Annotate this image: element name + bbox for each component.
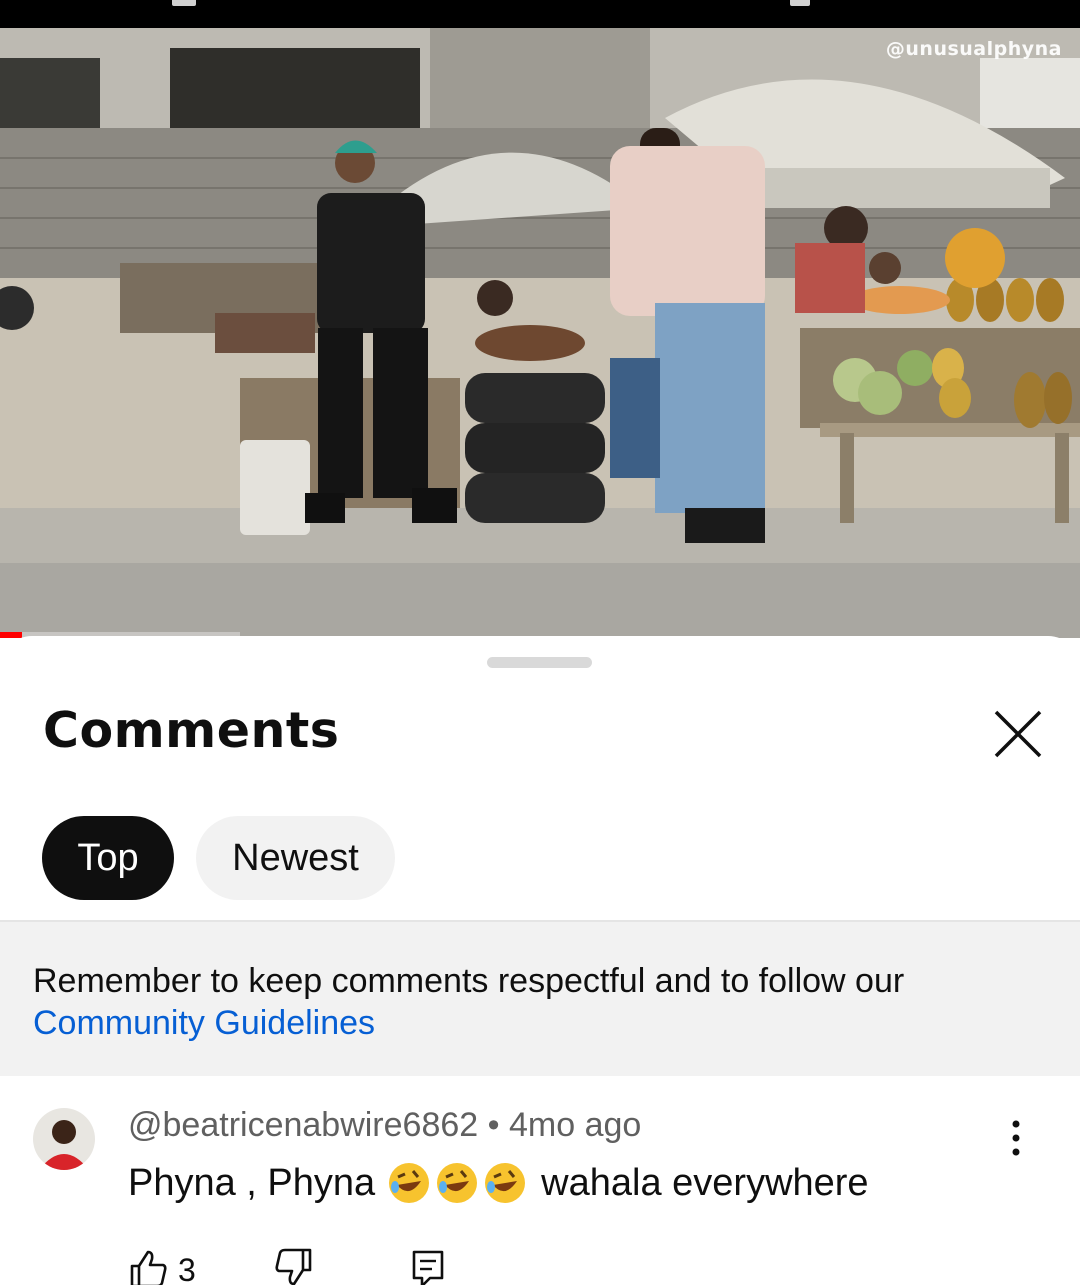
rolling-laughing-emoji-icon — [387, 1161, 431, 1205]
comment-author[interactable]: @beatricenabwire6862 — [128, 1106, 478, 1144]
thumbs-down-icon — [274, 1248, 314, 1285]
sort-chip-newest[interactable]: Newest — [196, 816, 395, 900]
rolling-laughing-emoji-icon — [483, 1161, 527, 1205]
comment-time: 4mo ago — [509, 1106, 642, 1144]
sort-chip-newest-label: Newest — [232, 836, 359, 879]
status-bar — [0, 0, 1080, 28]
sort-chip-top-label: Top — [77, 836, 139, 879]
video-player[interactable]: @unusualphyna — [0, 28, 1080, 638]
dislike-button[interactable] — [274, 1248, 314, 1285]
video-progress-fill — [0, 632, 22, 638]
battery-icon — [790, 0, 810, 6]
comment-actions: 3 — [128, 1248, 488, 1285]
reply-comment-icon — [410, 1248, 446, 1285]
more-options-icon[interactable] — [1000, 1118, 1032, 1162]
thumbs-up-icon — [128, 1248, 168, 1285]
sort-chip-top[interactable]: Top — [42, 816, 174, 900]
video-watermark: @unusualphyna — [885, 38, 1062, 60]
comment-text: Phyna , Phyna wahala everywhere — [128, 1161, 869, 1205]
community-guidelines-link[interactable]: Community Guidelines — [33, 1002, 1047, 1044]
comment-text-after: wahala everywhere — [541, 1161, 869, 1204]
like-count: 3 — [178, 1251, 196, 1285]
reply-button[interactable] — [410, 1250, 446, 1285]
guidelines-notice: Remember to keep comments respectful and… — [0, 922, 1080, 1076]
comments-title: Comments — [43, 702, 340, 759]
notice-text: Remember to keep comments respectful and… — [33, 962, 905, 1000]
avatar[interactable] — [33, 1108, 95, 1170]
like-button[interactable]: 3 — [128, 1250, 196, 1285]
rolling-laughing-emoji-icon — [435, 1161, 479, 1205]
video-frame — [0, 28, 1080, 638]
comment-meta: @beatricenabwire6862 • 4mo ago — [128, 1106, 641, 1145]
close-icon[interactable] — [988, 704, 1048, 764]
drag-handle[interactable] — [487, 657, 592, 668]
status-icon — [172, 0, 196, 6]
meta-separator: • — [487, 1106, 500, 1144]
comment-text-before: Phyna , Phyna — [128, 1161, 376, 1204]
comments-sheet: Comments Top Newest Remember to keep com… — [0, 636, 1080, 1285]
